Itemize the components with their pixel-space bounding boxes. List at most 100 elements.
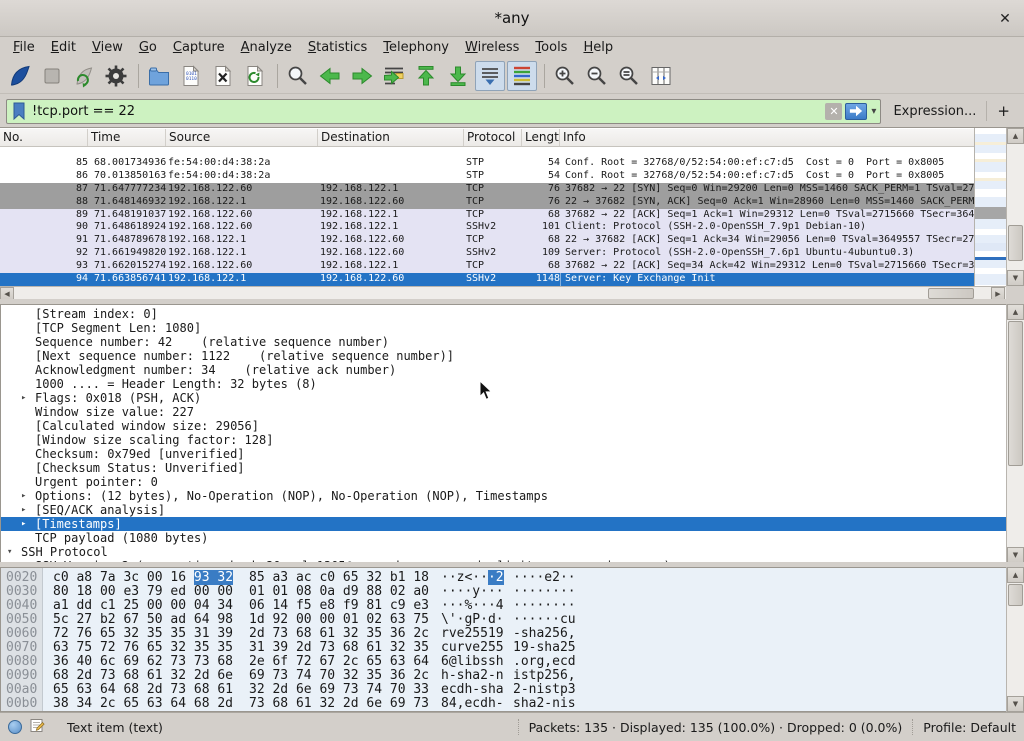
hscroll-thumb[interactable] (928, 288, 974, 299)
detail-line[interactable]: Acknowledgment number: 34 (relative ack … (1, 363, 1006, 377)
packet-row-87[interactable]: 8771.647777234192.168.122.60192.168.122.… (0, 183, 974, 196)
packet-row-89[interactable]: 8971.648191037192.168.122.60192.168.122.… (0, 209, 974, 222)
vscroll-thumb[interactable] (1008, 321, 1023, 466)
detail-line[interactable]: [TCP Segment Len: 1080] (1, 321, 1006, 335)
menu-wireless[interactable]: Wireless (457, 39, 527, 57)
packet-row-86[interactable]: 8670.013850163fe:54:00:d4:38:2aSTP54Conf… (0, 170, 974, 183)
menu-view[interactable]: View (84, 39, 131, 57)
expander-closed-icon[interactable]: ▸ (21, 391, 26, 405)
menu-go[interactable]: Go (131, 39, 165, 57)
packet-list-vscrollbar[interactable]: ▲ ▼ (1006, 128, 1024, 286)
expander-closed-icon[interactable]: ▸ (21, 503, 26, 517)
stop-capture-icon[interactable] (37, 61, 67, 91)
detail-line[interactable]: ▸Options: (12 bytes), No-Operation (NOP)… (1, 489, 1006, 503)
filter-clear-icon[interactable]: ✕ (825, 103, 842, 120)
detail-line[interactable]: ▾SSH Protocol (1, 545, 1006, 559)
expression-button[interactable]: Expression... (881, 104, 986, 119)
go-to-packet-icon[interactable] (379, 61, 409, 91)
detail-line[interactable]: ▸[SEQ/ACK analysis] (1, 503, 1006, 517)
filter-history-caret-icon[interactable]: ▾ (869, 106, 880, 117)
filter-value[interactable]: !tcp.port == 22 (32, 104, 825, 119)
menu-file[interactable]: File (5, 39, 43, 57)
expert-info-icon[interactable] (8, 720, 22, 734)
detail-line[interactable]: Window size value: 227 (1, 405, 1006, 419)
close-file-icon[interactable] (208, 61, 238, 91)
column-header-time[interactable]: Time (88, 129, 166, 146)
hex-row-0060[interactable]: 006072 76 65 32 35 35 31 392d 73 68 61 3… (1, 627, 1023, 641)
menu-edit[interactable]: Edit (43, 39, 84, 57)
menu-telephony[interactable]: Telephony (375, 39, 457, 57)
expander-closed-icon[interactable]: ▸ (21, 517, 26, 531)
column-header-destination[interactable]: Destination (318, 129, 464, 146)
intelligent-scrollbar-minimap[interactable] (974, 128, 1006, 286)
packet-row-91[interactable]: 9171.648789678192.168.122.1192.168.122.6… (0, 234, 974, 247)
resize-columns-icon[interactable] (646, 61, 676, 91)
scroll-down-icon[interactable]: ▼ (1007, 696, 1024, 712)
scroll-up-icon[interactable]: ▲ (1007, 567, 1024, 583)
menu-statistics[interactable]: Statistics (300, 39, 375, 57)
menu-tools[interactable]: Tools (527, 39, 575, 57)
zoom-original-icon[interactable] (614, 61, 644, 91)
colorize-icon[interactable] (507, 61, 537, 91)
detail-line[interactable]: [Stream index: 0] (1, 307, 1006, 321)
hex-row-0030[interactable]: 003080 18 00 e3 79 ed 00 0001 01 08 0a d… (1, 585, 1023, 599)
display-filter-input[interactable]: !tcp.port == 22 ✕ ▾ (6, 99, 881, 124)
title-bar[interactable]: *any ✕ (0, 0, 1024, 37)
detail-line[interactable]: Checksum: 0x79ed [unverified] (1, 447, 1006, 461)
save-file-icon[interactable]: 01010110 (176, 61, 206, 91)
hex-row-0080[interactable]: 008036 40 6c 69 62 73 73 682e 6f 72 67 2… (1, 655, 1023, 669)
scroll-up-icon[interactable]: ▲ (1007, 304, 1024, 320)
hex-row-0040[interactable]: 0040a1 dd c1 25 00 00 04 3406 14 f5 e8 f… (1, 599, 1023, 613)
hex-row-00a0[interactable]: 00a065 63 64 68 2d 73 68 6132 2d 6e 69 7… (1, 683, 1023, 697)
zoom-out-icon[interactable] (582, 61, 612, 91)
expander-closed-icon[interactable]: ▸ (21, 489, 26, 503)
column-header-source[interactable]: Source (166, 129, 318, 146)
packet-row-88[interactable]: 8871.648146932192.168.122.1192.168.122.6… (0, 196, 974, 209)
menu-help[interactable]: Help (575, 39, 621, 57)
detail-line[interactable]: Urgent pointer: 0 (1, 475, 1006, 489)
column-header-no[interactable]: No. (0, 129, 88, 146)
go-first-icon[interactable] (411, 61, 441, 91)
column-header-length[interactable]: Length (522, 129, 560, 146)
find-packet-icon[interactable] (283, 61, 313, 91)
hex-row-0090[interactable]: 009068 2d 73 68 61 32 2d 6e69 73 74 70 3… (1, 669, 1023, 683)
go-back-icon[interactable] (315, 61, 345, 91)
hex-row-00b0[interactable]: 00b038 34 2c 65 63 64 68 2d73 68 61 32 2… (1, 697, 1023, 711)
detail-line[interactable]: [Checksum Status: Unverified] (1, 461, 1006, 475)
auto-scroll-icon[interactable] (475, 61, 505, 91)
close-icon[interactable]: ✕ (994, 8, 1016, 30)
detail-line[interactable]: [Next sequence number: 1122 (relative se… (1, 349, 1006, 363)
scroll-down-icon[interactable]: ▼ (1007, 270, 1024, 286)
vscroll-thumb[interactable] (1008, 584, 1023, 606)
column-header-info[interactable]: Info (560, 129, 974, 146)
menu-capture[interactable]: Capture (165, 39, 233, 57)
hex-row-0050[interactable]: 00505c 27 b2 67 50 ad 64 981d 92 00 00 0… (1, 613, 1023, 627)
capture-comment-icon[interactable] (30, 718, 45, 736)
bookmark-icon[interactable] (10, 101, 28, 121)
column-header-protocol[interactable]: Protocol (464, 129, 522, 146)
packet-list-header[interactable]: No.TimeSourceDestinationProtocolLengthIn… (0, 129, 974, 147)
detail-line[interactable]: [Calculated window size: 29056] (1, 419, 1006, 433)
detail-line[interactable]: [Window size scaling factor: 128] (1, 433, 1006, 447)
packet-row-93[interactable]: 9371.662015274192.168.122.60192.168.122.… (0, 260, 974, 273)
capture-options-icon[interactable] (101, 61, 131, 91)
detail-line[interactable]: Sequence number: 42 (relative sequence n… (1, 335, 1006, 349)
filter-apply-icon[interactable] (845, 103, 867, 120)
expander-open-icon[interactable]: ▾ (7, 545, 12, 559)
go-forward-icon[interactable] (347, 61, 377, 91)
packet-list-hscrollbar[interactable]: ◀ ▶ (0, 286, 1006, 300)
detail-line[interactable]: 1000 .... = Header Length: 32 bytes (8) (1, 377, 1006, 391)
hex-row-0070[interactable]: 007063 75 72 76 65 32 35 3531 39 2d 73 6… (1, 641, 1023, 655)
packet-row-90[interactable]: 9071.648618924192.168.122.60192.168.122.… (0, 221, 974, 234)
bytes-vscrollbar[interactable]: ▲ ▼ (1006, 567, 1024, 712)
packet-bytes-pane[interactable]: 0020c0 a8 7a 3c 00 16 93 3285 a3 ac c0 6… (0, 567, 1024, 712)
vscroll-thumb[interactable] (1008, 225, 1023, 261)
packet-row-92[interactable]: 9271.661949820192.168.122.1192.168.122.6… (0, 247, 974, 260)
scroll-down-icon[interactable]: ▼ (1007, 547, 1024, 563)
restart-capture-icon[interactable] (69, 61, 99, 91)
profile-label[interactable]: Profile: Default (923, 720, 1016, 735)
hex-row-0020[interactable]: 0020c0 a8 7a 3c 00 16 93 3285 a3 ac c0 6… (1, 571, 1023, 585)
detail-line[interactable]: ▸Flags: 0x018 (PSH, ACK) (1, 391, 1006, 405)
zoom-in-icon[interactable] (550, 61, 580, 91)
go-last-icon[interactable] (443, 61, 473, 91)
